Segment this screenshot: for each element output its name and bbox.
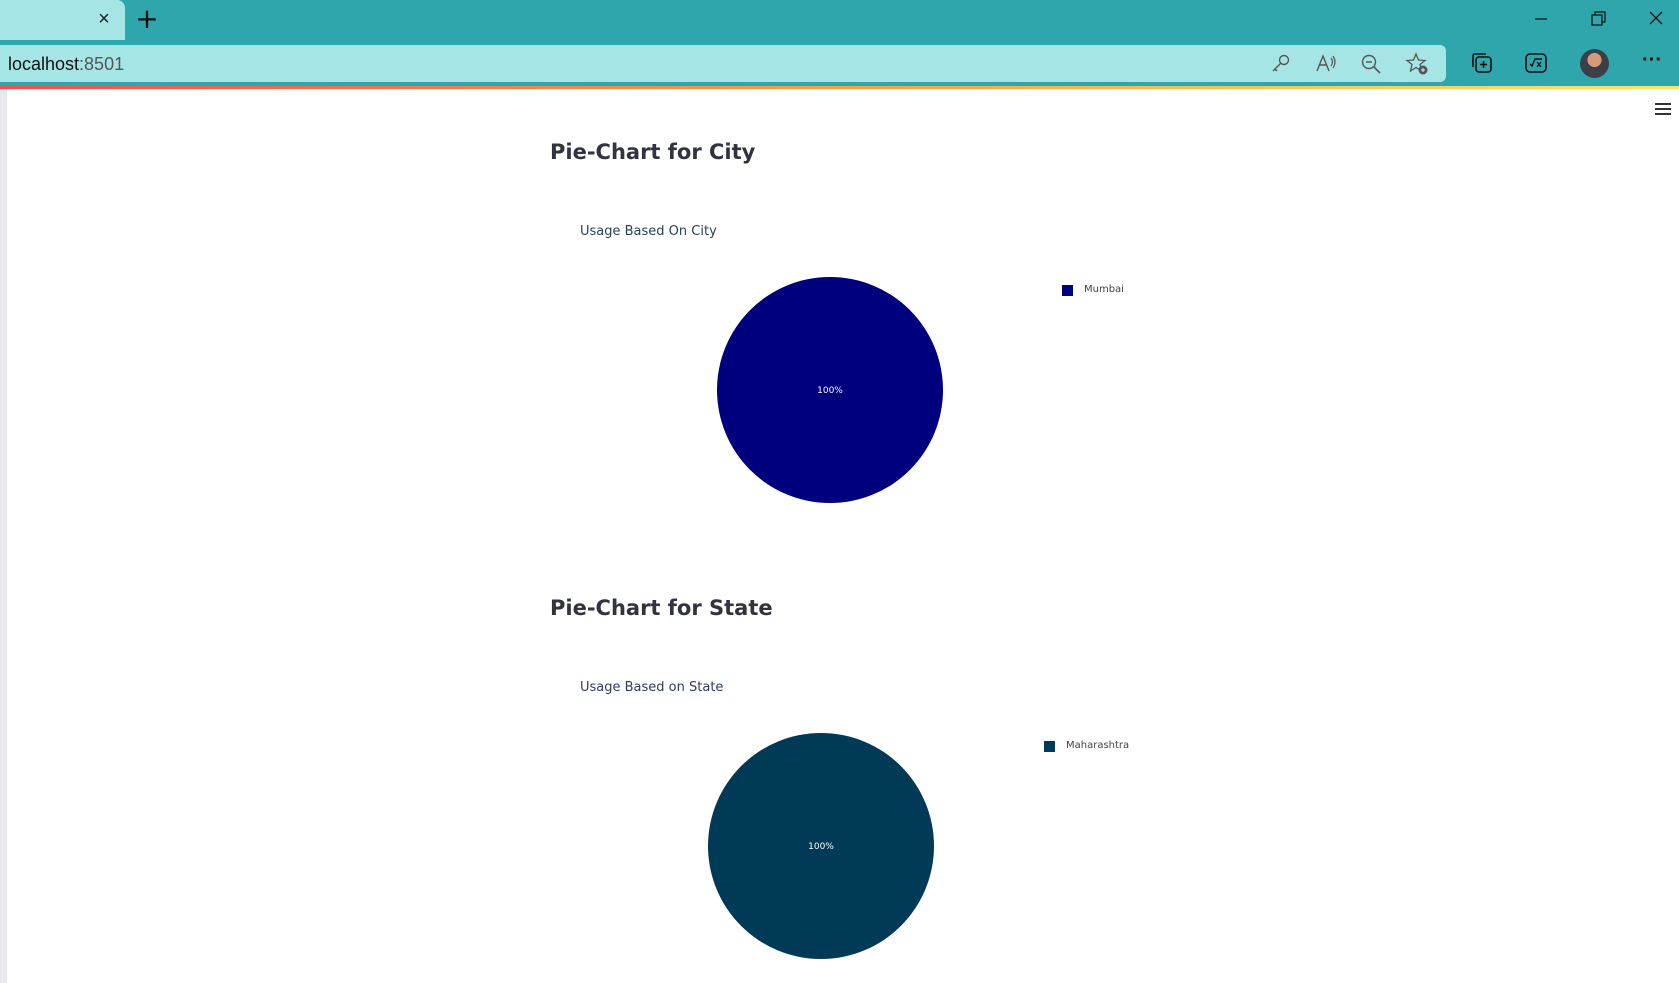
city-legend-label: Mumbai — [1084, 284, 1124, 295]
active-tab[interactable]: × — [0, 0, 125, 40]
close-window-icon[interactable] — [1640, 6, 1674, 32]
read-aloud-icon[interactable] — [1314, 52, 1338, 76]
add-favorite-icon[interactable] — [1405, 52, 1429, 76]
new-tab-icon[interactable]: + — [134, 5, 160, 33]
city-chart-title: Usage Based On City — [580, 224, 717, 239]
state-pie-chart[interactable]: 100% — [708, 733, 934, 959]
tab-strip: × + — [0, 0, 1679, 40]
key-icon[interactable] — [1269, 52, 1293, 76]
state-legend-swatch — [1044, 741, 1055, 752]
page-loading-decoration — [0, 86, 1679, 89]
zoom-out-icon[interactable] — [1359, 52, 1383, 76]
main-menu-icon[interactable] — [1655, 103, 1671, 117]
state-chart-title: Usage Based on State — [580, 680, 724, 695]
state-section-heading: Pie-Chart for State — [550, 596, 773, 620]
more-options-icon[interactable]: ··· — [1640, 50, 1664, 72]
minimize-icon[interactable] — [1524, 6, 1558, 32]
address-url[interactable]: localhost:8501 — [8, 54, 124, 75]
url-host: localhost — [8, 54, 80, 74]
state-legend-label: Maharashtra — [1066, 740, 1130, 751]
tab-close-icon[interactable]: × — [93, 8, 115, 30]
city-pie-chart[interactable]: 100% — [717, 277, 943, 503]
profile-avatar[interactable] — [1580, 49, 1609, 78]
pie-slice-label: 100% — [808, 842, 834, 852]
city-section-heading: Pie-Chart for City — [550, 140, 756, 164]
pie-slice-label: 100% — [817, 386, 843, 396]
page-left-edge — [0, 89, 7, 983]
math-solver-icon[interactable] — [1522, 49, 1550, 77]
address-bar[interactable]: localhost:8501 — [0, 45, 1446, 82]
restore-icon[interactable] — [1581, 6, 1615, 32]
url-port: :8501 — [79, 54, 125, 74]
collections-icon[interactable] — [1468, 49, 1496, 77]
city-legend-swatch — [1062, 285, 1073, 296]
